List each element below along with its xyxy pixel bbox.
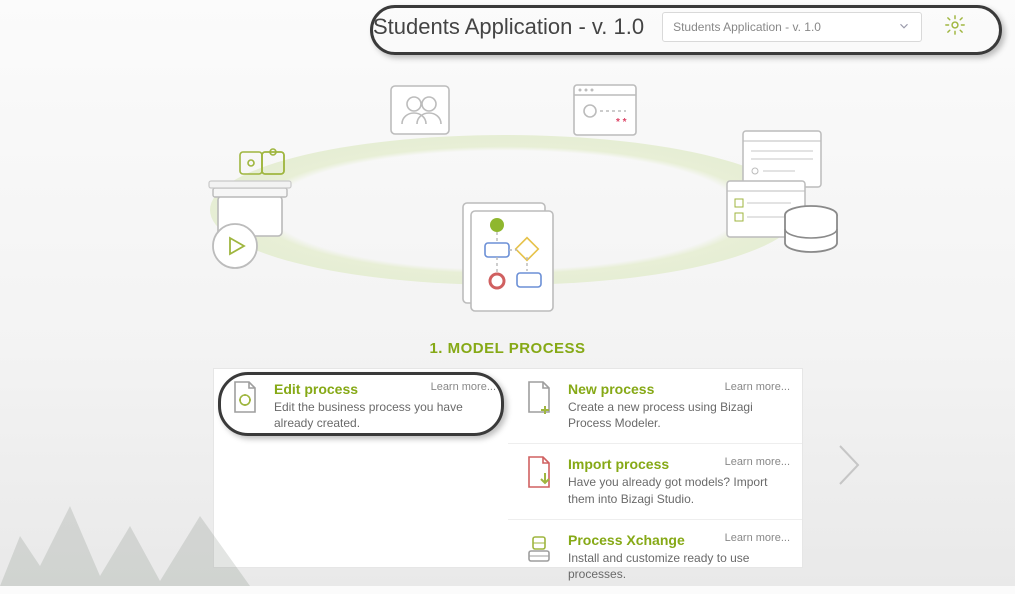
process-xchange-icon <box>522 532 556 566</box>
edit-process-desc: Edit the business process you have alrea… <box>274 399 494 431</box>
model-process-panel: Edit process Edit the business process y… <box>213 368 803 568</box>
edit-process-icon <box>228 381 262 415</box>
new-process-card[interactable]: New process Create a new process using B… <box>508 369 802 444</box>
next-step-button[interactable] <box>830 440 870 490</box>
chevron-down-icon <box>897 19 911 36</box>
process-wheel: * * <box>160 80 860 330</box>
model-process-step-icon[interactable] <box>460 200 560 310</box>
new-process-desc: Create a new process using Bizagi Proces… <box>568 399 788 431</box>
chevron-right-icon <box>830 477 870 494</box>
process-xchange-desc: Install and customize ready to use proce… <box>568 550 788 582</box>
application-select-value: Students Application - v. 1.0 <box>673 20 821 34</box>
section-title: 1. MODEL PROCESS <box>0 340 1015 357</box>
gear-icon <box>944 14 966 41</box>
forms-step-icon[interactable]: * * <box>570 80 640 140</box>
svg-text:* *: * * <box>616 117 627 128</box>
new-process-learn-more[interactable]: Learn more... <box>725 381 790 393</box>
edit-process-card[interactable]: Edit process Edit the business process y… <box>214 369 508 443</box>
page-title: Students Application - v. 1.0 <box>373 14 644 40</box>
import-process-learn-more[interactable]: Learn more... <box>725 456 790 468</box>
new-process-icon <box>522 381 556 415</box>
import-process-icon <box>522 456 556 490</box>
edit-process-learn-more[interactable]: Learn more... <box>431 381 496 393</box>
background-decoration <box>0 466 250 586</box>
import-process-desc: Have you already got models? Import them… <box>568 474 788 506</box>
process-xchange-learn-more[interactable]: Learn more... <box>725 532 790 544</box>
data-step-icon[interactable] <box>730 128 840 258</box>
performers-step-icon[interactable] <box>385 80 455 140</box>
application-select[interactable]: Students Application - v. 1.0 <box>662 12 922 42</box>
import-process-card[interactable]: Import process Have you already got mode… <box>508 444 802 519</box>
process-xchange-card[interactable]: Process Xchange Install and customize re… <box>508 520 802 594</box>
execute-step-icon[interactable] <box>200 150 300 270</box>
settings-button[interactable] <box>940 12 970 42</box>
